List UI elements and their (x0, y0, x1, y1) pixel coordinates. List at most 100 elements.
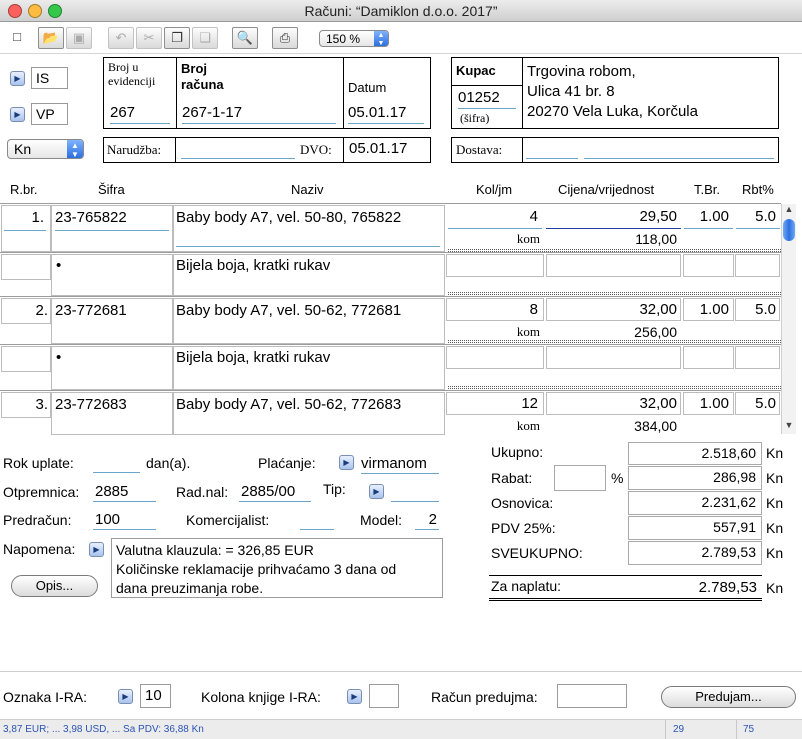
otpremnica-field[interactable]: 2885 (93, 483, 156, 502)
type1-dropdown-icon[interactable]: ▶ (10, 71, 25, 86)
cut-icon[interactable]: ✂ (136, 27, 162, 49)
kolona-field[interactable] (369, 684, 399, 708)
model-field[interactable]: 2 (415, 511, 439, 530)
row-tbr[interactable]: 1.00 (684, 301, 733, 318)
row-rbt[interactable]: 5.0 (736, 208, 780, 229)
osnovica-label: Osnovica: (491, 495, 554, 511)
type2-field[interactable]: VP (31, 103, 68, 125)
row-naziv[interactable]: Baby body A7, vel. 50-62, 772683 (176, 396, 401, 413)
broj-evidencija-field[interactable]: 267 (110, 104, 170, 124)
row-naziv[interactable]: Baby body A7, vel. 50-80, 765822 (176, 209, 440, 247)
rok-field[interactable] (93, 455, 140, 473)
status-field-2: 75 (743, 724, 755, 735)
predujam-button[interactable]: Predujam... (661, 686, 796, 708)
kn-label: Kn (766, 445, 784, 461)
predujma-field[interactable] (557, 684, 627, 708)
currency-select[interactable]: Kn ▲ ▼ (7, 139, 84, 159)
table-row[interactable]: 1. 23-765822 Baby body A7, vel. 50-80, 7… (0, 203, 781, 252)
row-kol[interactable]: 8 (448, 301, 542, 318)
tip-dropdown-icon[interactable]: ▶ (369, 484, 384, 499)
row-cijena[interactable]: 32,00 (546, 395, 681, 412)
opis-button[interactable]: Opis... (11, 575, 98, 597)
predracun-field[interactable]: 100 (93, 511, 156, 530)
document-number-box: Broj u evidenciji Broj računa Datum 267 26… (103, 57, 431, 129)
rabat-pct-field[interactable] (554, 465, 606, 491)
row-tbr[interactable]: 1.00 (684, 395, 733, 412)
new-doc-icon[interactable]: □ (4, 27, 30, 49)
type2-dropdown-icon[interactable]: ▶ (10, 107, 25, 122)
row-kol[interactable]: 4 (448, 208, 542, 229)
placanje-field[interactable]: virmanom (361, 455, 439, 474)
kolona-label: Kolona knjige I-RA: (201, 689, 321, 705)
kupac-code-field[interactable]: 01252 (458, 89, 516, 109)
row-note[interactable]: Bijela boja, kratki rukav (176, 349, 330, 366)
row-kol[interactable]: 12 (448, 395, 542, 412)
col-kol: Kol/jm (476, 182, 513, 197)
kolona-dropdown-icon[interactable]: ▶ (347, 689, 362, 704)
rabat-pct-label: % (611, 470, 624, 486)
dvo-field[interactable]: 05.01.17 (349, 140, 407, 157)
row-note[interactable]: Bijela boja, kratki rukav (176, 257, 330, 274)
items-scrollbar[interactable]: ▲ ▼ (781, 204, 796, 434)
chevron-updown-icon: ▲ ▼ (67, 140, 83, 159)
row-sifra[interactable]: 23-772681 (55, 302, 127, 319)
osnovica-value: 2.231,62 (628, 491, 762, 515)
row-rbt[interactable]: 5.0 (736, 301, 780, 318)
items-table: 1. 23-765822 Baby body A7, vel. 50-80, 7… (0, 203, 781, 435)
table-row[interactable]: • Bijela boja, kratki rukav (0, 252, 781, 296)
radnal-field[interactable]: 2885/00 (239, 483, 311, 502)
undo-icon[interactable]: ↶ (108, 27, 134, 49)
table-row[interactable]: • Bijela boja, kratki rukav (0, 344, 781, 390)
dostava-box: Dostava: (451, 137, 779, 163)
narudzba-box: Narudžba: DVO: 05.01.17 (103, 137, 431, 163)
kn-label: Kn (766, 520, 784, 536)
napomena-dropdown-icon[interactable]: ▶ (89, 542, 104, 557)
rok-label: Rok uplate: (3, 455, 74, 471)
type1-field[interactable]: IS (31, 67, 68, 89)
tip-label: Tip: (323, 481, 346, 497)
title-bar: Računi: “Damiklon d.o.o. 2017” (0, 0, 802, 22)
preview-icon[interactable]: 🔍 (232, 27, 258, 49)
row-rbt[interactable]: 5.0 (736, 395, 780, 412)
row-vrijednost: 256,00 (634, 324, 677, 340)
scroll-down-icon[interactable]: ▼ (783, 420, 795, 430)
save-icon[interactable]: ▣ (66, 27, 92, 49)
datum-field[interactable]: 05.01.17 (348, 104, 424, 124)
dostava-name-field[interactable] (584, 141, 774, 159)
toolbar: □ 📂 ▣ ↶ ✂ ❐ ❏ 🔍 ⎙ 150 % ▲ ▼ (0, 22, 802, 54)
narudzba-field[interactable] (181, 141, 295, 159)
placanje-dropdown-icon[interactable]: ▶ (339, 455, 354, 470)
rok-unit: dan(a). (146, 455, 191, 471)
radnal-label: Rad.nal: (176, 484, 229, 500)
dostava-code-field[interactable] (526, 141, 578, 159)
broj-racuna-field[interactable]: 267-1-17 (182, 104, 336, 124)
currency-value: Kn (14, 141, 32, 157)
table-row[interactable]: 2. 23-772681 Baby body A7, vel. 50-62, 7… (0, 296, 781, 344)
row-cijena[interactable]: 29,50 (546, 208, 681, 229)
broj-racuna-label: Broj računa (181, 61, 224, 92)
scroll-thumb[interactable] (783, 219, 795, 241)
row-jm: kom (516, 418, 540, 433)
napomena-textarea[interactable]: Valutna klauzula: = 326,85 EUR Količinsk… (111, 538, 443, 598)
paste-icon[interactable]: ❏ (192, 27, 218, 49)
print-icon[interactable]: ⎙ (272, 27, 298, 49)
table-row[interactable]: 3. 23-772683 Baby body A7, vel. 50-62, 7… (0, 390, 781, 435)
scroll-up-icon[interactable]: ▲ (783, 204, 795, 214)
kn-label: Kn (766, 495, 784, 511)
oznaka-dropdown-icon[interactable]: ▶ (118, 689, 133, 704)
komercijalist-field[interactable] (300, 511, 334, 530)
row-tbr[interactable]: 1.00 (684, 208, 733, 229)
copy-icon[interactable]: ❐ (164, 27, 190, 49)
oznaka-field[interactable]: 10 (140, 684, 171, 708)
pdv-label: PDV 25%: (491, 520, 556, 536)
col-tbr: T.Br. (694, 182, 721, 197)
open-icon[interactable]: 📂 (38, 27, 64, 49)
row-vrijednost: 118,00 (635, 231, 677, 247)
row-naziv[interactable]: Baby body A7, vel. 50-62, 772681 (176, 302, 401, 319)
row-sifra[interactable]: 23-765822 (55, 209, 169, 231)
zoom-select[interactable]: 150 % ▲ ▼ (319, 30, 389, 47)
tip-field[interactable] (391, 484, 439, 502)
row-sifra[interactable]: 23-772683 (55, 396, 127, 413)
dostava-label: Dostava: (456, 142, 503, 157)
row-cijena[interactable]: 32,00 (546, 301, 681, 318)
